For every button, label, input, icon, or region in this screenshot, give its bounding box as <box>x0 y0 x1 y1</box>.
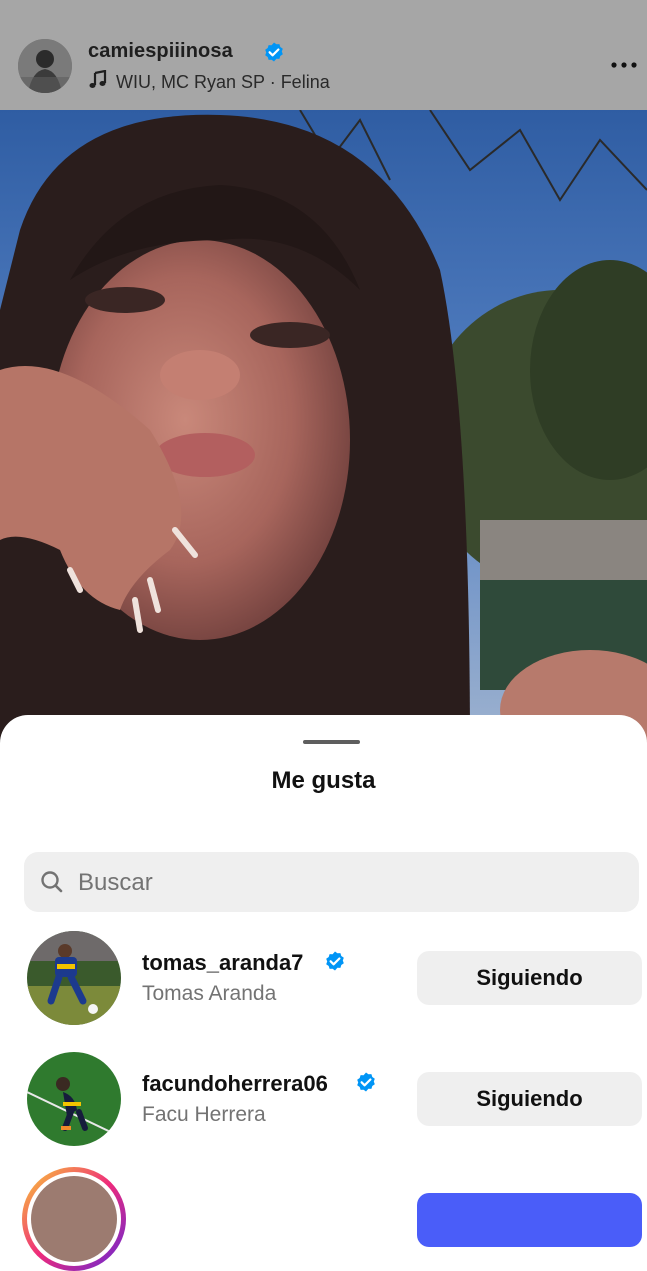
more-options-button[interactable] <box>604 53 644 77</box>
post-photo[interactable] <box>0 110 647 750</box>
more-icon <box>611 62 637 68</box>
follow-button[interactable] <box>417 1193 642 1247</box>
user-avatar[interactable] <box>27 1052 121 1146</box>
post-author-username[interactable]: camiespiiinosa <box>88 40 283 66</box>
user-avatar[interactable] <box>31 1176 117 1262</box>
list-item[interactable]: tomas_aranda7 Tomas Aranda Siguiendo <box>0 931 647 1041</box>
music-text[interactable]: WIU, MC Ryan SP · Felina <box>116 72 330 93</box>
verified-icon <box>262 41 286 71</box>
list-item[interactable]: facundoherrera06 Facu Herrera Siguiendo <box>0 1052 647 1162</box>
user-full-name: Facu Herrera <box>142 1103 266 1126</box>
post-header: camiespiiinosa WIU, MC Ryan SP · Felina <box>0 0 647 110</box>
post-author-avatar[interactable] <box>18 39 72 93</box>
user-avatar-story-ring[interactable] <box>22 1167 126 1271</box>
search-icon <box>40 870 64 899</box>
post-author-username-text[interactable]: camiespiiinosa <box>88 40 233 62</box>
avatar-ring-gap <box>27 1172 121 1266</box>
search-input[interactable] <box>76 860 620 906</box>
user-avatar[interactable] <box>27 931 121 1025</box>
user-full-name: Tomas Aranda <box>142 982 277 1005</box>
following-button[interactable]: Siguiendo <box>417 951 642 1005</box>
verified-icon <box>354 1071 378 1100</box>
user-username[interactable]: tomas_aranda7 <box>142 950 303 976</box>
sheet-title: Me gusta <box>271 767 376 794</box>
post-music-info[interactable]: WIU, MC Ryan SP · Felina <box>88 69 330 95</box>
verified-icon <box>323 950 347 979</box>
user-username[interactable]: facundoherrera06 <box>142 1071 328 1097</box>
drag-handle[interactable] <box>303 740 360 744</box>
search-bar[interactable] <box>24 852 639 912</box>
music-note-icon <box>88 69 108 95</box>
following-button[interactable]: Siguiendo <box>417 1072 642 1126</box>
